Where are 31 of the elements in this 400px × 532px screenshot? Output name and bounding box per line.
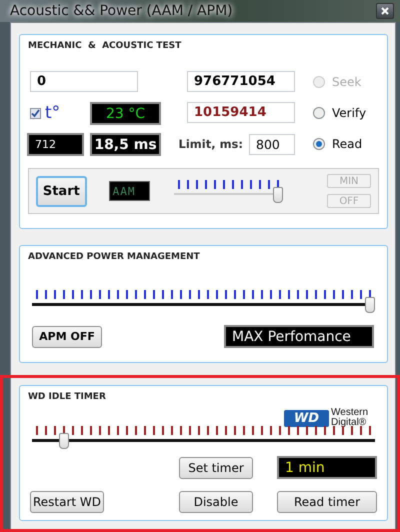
mode-radio[interactable]: Verify bbox=[313, 102, 375, 124]
group-title: WD IDLE TIMER bbox=[28, 392, 106, 402]
temperature-display: 23 °C bbox=[90, 102, 161, 125]
time-display: 18,5 ms bbox=[90, 133, 161, 156]
mode-display: AAM bbox=[108, 181, 150, 201]
apm-off-button[interactable]: APM OFF bbox=[32, 326, 102, 348]
disable-button[interactable]: Disable bbox=[179, 491, 253, 513]
slider-thumb[interactable] bbox=[273, 187, 283, 203]
set-timer-button[interactable]: Set timer bbox=[179, 456, 253, 478]
group-title: MECHANIC & ACOUSTIC TEST bbox=[28, 41, 182, 51]
slider-thumb[interactable] bbox=[58, 433, 69, 449]
timer-display: 1 min bbox=[277, 456, 377, 479]
limit-field[interactable]: 800 bbox=[249, 134, 295, 154]
start-button[interactable]: Start bbox=[36, 176, 87, 206]
counter-display: 712 bbox=[27, 133, 84, 156]
checkbox-label: t° bbox=[45, 104, 60, 122]
slider-track[interactable] bbox=[174, 178, 283, 204]
mode-radio[interactable]: Read bbox=[313, 133, 375, 155]
end-field[interactable]: 976771054 bbox=[187, 71, 295, 92]
limit-label: Limit, ms: bbox=[178, 137, 243, 151]
checkbox[interactable] bbox=[30, 108, 41, 118]
close-icon[interactable] bbox=[376, 3, 394, 19]
group-title: ADVANCED POWER MANAGEMENT bbox=[28, 252, 200, 262]
slider-track[interactable] bbox=[32, 288, 375, 314]
position-field[interactable]: 10159414 bbox=[187, 102, 295, 123]
window-title: Acoustic && Power (AAM / APM) bbox=[10, 3, 233, 19]
restart-button[interactable]: Restart WD bbox=[30, 491, 104, 513]
mode-display: MAX Perfomance bbox=[224, 325, 374, 348]
read-timer-button[interactable]: Read timer bbox=[277, 491, 377, 513]
start-field[interactable]: 0 bbox=[30, 71, 138, 92]
slider-thumb[interactable] bbox=[365, 297, 375, 313]
